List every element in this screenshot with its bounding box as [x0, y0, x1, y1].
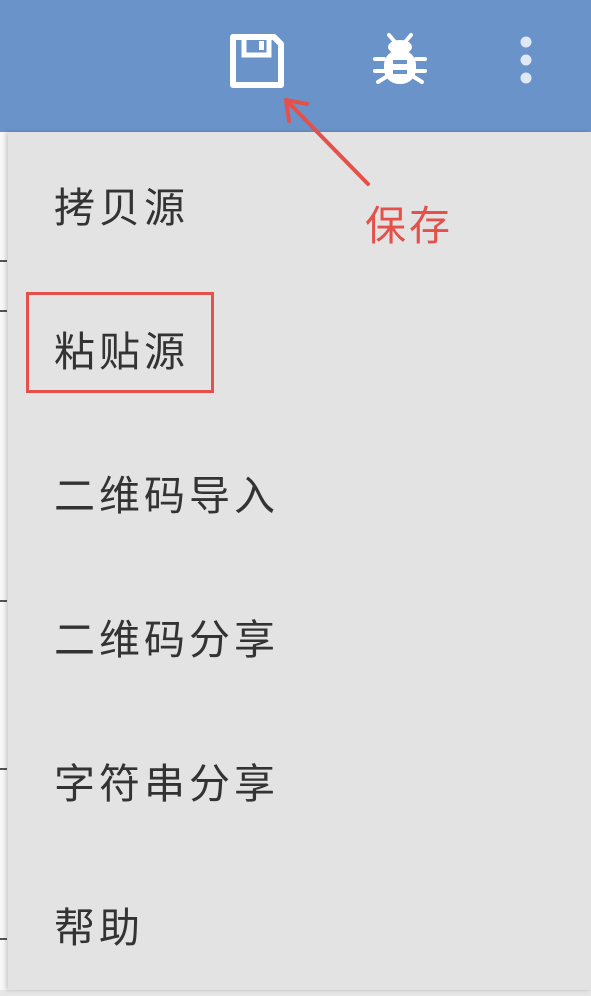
annotation-label: 保存 — [365, 202, 453, 250]
menu-item-qr-import[interactable]: 二维码导入 — [8, 420, 591, 564]
menu-item-label: 二维码分享 — [54, 616, 279, 664]
menu-item-help[interactable]: 帮助 — [8, 852, 591, 996]
menu-item-label: 粘贴源 — [54, 328, 189, 376]
more-options-button[interactable] — [494, 28, 558, 92]
menu-item-paste-source[interactable]: 粘贴源 — [8, 276, 591, 420]
menu-item-label: 字符串分享 — [54, 760, 279, 808]
menu-item-label: 拷贝源 — [54, 184, 189, 232]
menu-item-copy-source[interactable]: 拷贝源 — [8, 132, 591, 276]
bug-icon — [373, 33, 427, 84]
menu-item-label: 帮助 — [54, 904, 144, 952]
debug-button[interactable] — [368, 28, 432, 92]
menu-item-label: 二维码导入 — [54, 472, 279, 520]
save-button[interactable] — [224, 28, 288, 92]
background-content — [0, 132, 8, 990]
app-toolbar — [0, 0, 591, 132]
menu-item-qr-share[interactable]: 二维码分享 — [8, 564, 591, 708]
more-vertical-icon — [520, 36, 532, 84]
menu-item-string-share[interactable]: 字符串分享 — [8, 708, 591, 852]
save-icon — [230, 34, 284, 88]
overflow-menu: 拷贝源 粘贴源 二维码导入 二维码分享 字符串分享 帮助 — [8, 132, 591, 990]
